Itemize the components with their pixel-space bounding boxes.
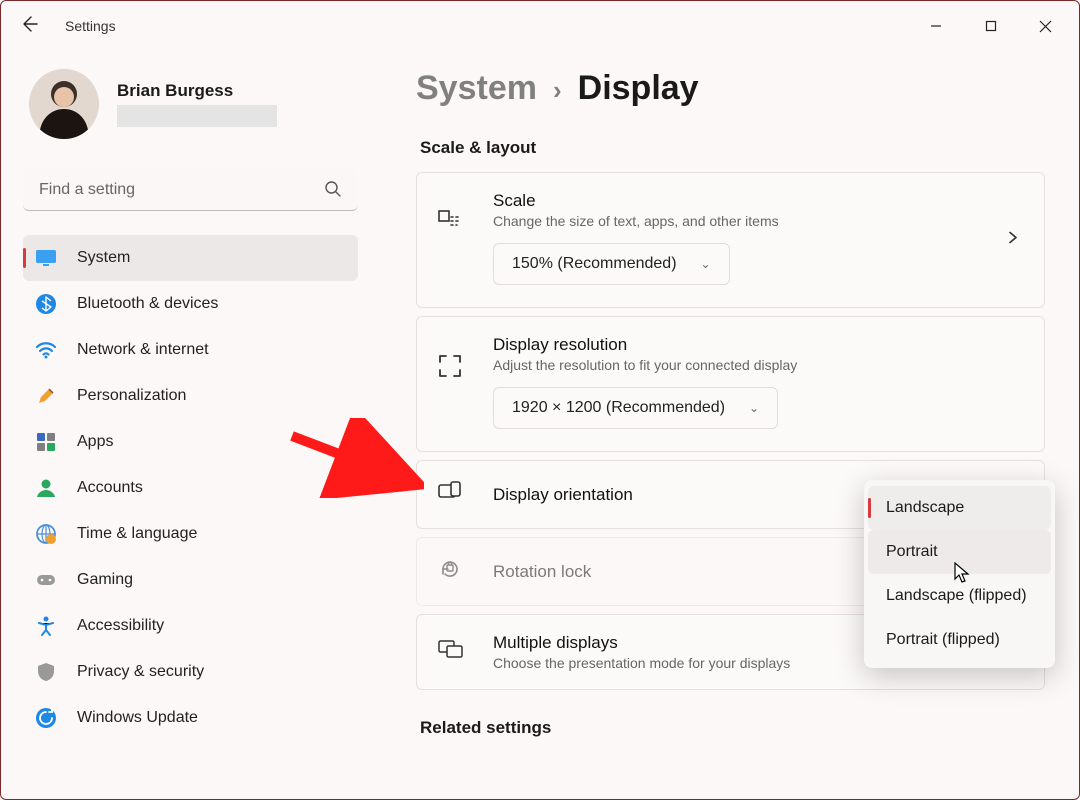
chevron-right-icon: › bbox=[553, 75, 562, 106]
sidebar-item-label: Time & language bbox=[77, 525, 197, 543]
sidebar-item-apps[interactable]: Apps bbox=[23, 419, 358, 465]
update-icon bbox=[35, 707, 57, 729]
scale-select-value: 150% (Recommended) bbox=[512, 255, 677, 273]
user-profile[interactable]: Brian Burgess bbox=[23, 69, 358, 139]
window-controls bbox=[908, 6, 1073, 46]
sidebar-item-personalization[interactable]: Personalization bbox=[23, 373, 358, 419]
sidebar-item-time-language[interactable]: Time & language bbox=[23, 511, 358, 557]
sidebar-item-label: Windows Update bbox=[77, 709, 198, 727]
page-title: Display bbox=[578, 69, 699, 108]
chevron-right-icon[interactable] bbox=[1006, 231, 1020, 250]
main-content: System › Display Scale & layout Scale Ch… bbox=[386, 51, 1079, 799]
card-resolution: Display resolution Adjust the resolution… bbox=[416, 316, 1045, 452]
card-scale[interactable]: Scale Change the size of text, apps, and… bbox=[416, 172, 1045, 308]
card-title: Scale bbox=[493, 191, 1024, 211]
sidebar-item-label: Network & internet bbox=[77, 341, 209, 359]
sidebar-item-accessibility[interactable]: Accessibility bbox=[23, 603, 358, 649]
sidebar: Brian Burgess System Bluetooth & devices… bbox=[1, 51, 386, 799]
sidebar-item-label: Gaming bbox=[77, 571, 133, 589]
sidebar-item-label: Accounts bbox=[77, 479, 143, 497]
paintbrush-icon bbox=[35, 385, 57, 407]
monitor-icon bbox=[35, 247, 57, 269]
orientation-option-landscape[interactable]: Landscape bbox=[868, 486, 1051, 530]
sidebar-item-privacy[interactable]: Privacy & security bbox=[23, 649, 358, 695]
sidebar-item-label: Personalization bbox=[77, 387, 186, 405]
minimize-button[interactable] bbox=[908, 6, 963, 46]
orientation-icon bbox=[437, 479, 465, 510]
close-button[interactable] bbox=[1018, 6, 1073, 46]
sidebar-item-network[interactable]: Network & internet bbox=[23, 327, 358, 373]
rotation-lock-icon bbox=[437, 556, 465, 587]
apps-icon bbox=[35, 431, 57, 453]
card-subtitle: Adjust the resolution to fit your connec… bbox=[493, 357, 1024, 373]
resolution-select-value: 1920 × 1200 (Recommended) bbox=[512, 399, 725, 417]
avatar bbox=[29, 69, 99, 139]
nav-list: System Bluetooth & devices Network & int… bbox=[23, 235, 358, 741]
sidebar-item-update[interactable]: Windows Update bbox=[23, 695, 358, 741]
card-body: Scale Change the size of text, apps, and… bbox=[493, 191, 1024, 285]
orientation-option-portrait[interactable]: Portrait bbox=[868, 530, 1051, 574]
accessibility-icon bbox=[35, 615, 57, 637]
sidebar-item-label: Apps bbox=[77, 433, 113, 451]
sidebar-item-system[interactable]: System bbox=[23, 235, 358, 281]
wifi-icon bbox=[35, 339, 57, 361]
breadcrumb-parent[interactable]: System bbox=[416, 69, 537, 108]
sidebar-item-bluetooth[interactable]: Bluetooth & devices bbox=[23, 281, 358, 327]
sidebar-item-label: Accessibility bbox=[77, 617, 164, 635]
user-name: Brian Burgess bbox=[117, 81, 277, 101]
orientation-option-landscape-flipped[interactable]: Landscape (flipped) bbox=[868, 574, 1051, 618]
section-heading-related: Related settings bbox=[420, 718, 1045, 738]
orientation-dropdown: Landscape Portrait Landscape (flipped) P… bbox=[864, 480, 1055, 668]
resolution-icon bbox=[437, 353, 465, 384]
scale-icon bbox=[437, 209, 465, 240]
chevron-down-icon: ⌄ bbox=[701, 257, 711, 271]
maximize-button[interactable] bbox=[963, 6, 1018, 46]
breadcrumb: System › Display bbox=[416, 69, 1045, 108]
bluetooth-icon bbox=[35, 293, 57, 315]
search-input[interactable] bbox=[23, 169, 358, 211]
search-icon bbox=[324, 180, 342, 203]
clock-globe-icon bbox=[35, 523, 57, 545]
multiple-displays-icon bbox=[437, 637, 465, 668]
sidebar-item-label: Bluetooth & devices bbox=[77, 295, 218, 313]
sidebar-item-accounts[interactable]: Accounts bbox=[23, 465, 358, 511]
card-title: Display resolution bbox=[493, 335, 1024, 355]
section-heading-scale-layout: Scale & layout bbox=[420, 138, 1045, 158]
sidebar-item-gaming[interactable]: Gaming bbox=[23, 557, 358, 603]
user-email-placeholder bbox=[117, 105, 277, 127]
card-body: Display resolution Adjust the resolution… bbox=[493, 335, 1024, 429]
sidebar-item-label: Privacy & security bbox=[77, 663, 204, 681]
titlebar: Settings bbox=[1, 1, 1079, 51]
search-box[interactable] bbox=[23, 169, 358, 211]
gamepad-icon bbox=[35, 569, 57, 591]
orientation-option-portrait-flipped[interactable]: Portrait (flipped) bbox=[868, 618, 1051, 662]
back-icon[interactable] bbox=[19, 14, 39, 39]
person-icon bbox=[35, 477, 57, 499]
chevron-down-icon: ⌄ bbox=[749, 401, 759, 415]
sidebar-item-label: System bbox=[77, 249, 130, 267]
resolution-select[interactable]: 1920 × 1200 (Recommended) ⌄ bbox=[493, 387, 778, 429]
shield-icon bbox=[35, 661, 57, 683]
card-subtitle: Change the size of text, apps, and other… bbox=[493, 213, 1024, 229]
app-title: Settings bbox=[65, 18, 116, 34]
scale-select[interactable]: 150% (Recommended) ⌄ bbox=[493, 243, 730, 285]
